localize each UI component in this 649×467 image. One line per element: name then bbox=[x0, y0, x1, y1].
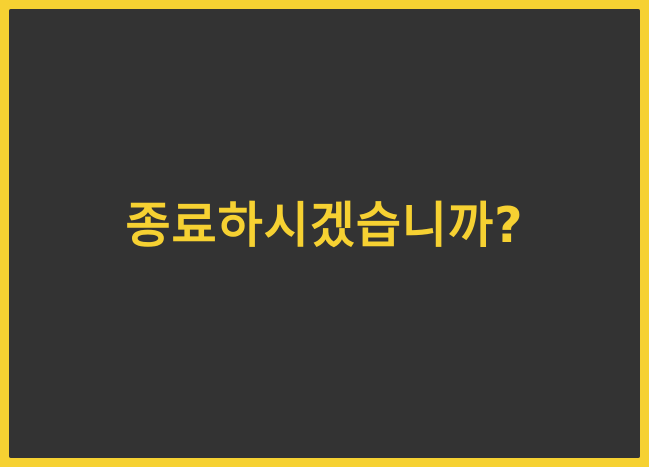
exit-confirm-dialog: 종료하시겠습니까? bbox=[9, 9, 640, 458]
exit-confirm-message: 종료하시겠습니까? bbox=[125, 197, 524, 254]
dialog-frame: 종료하시겠습니까? bbox=[0, 0, 649, 467]
